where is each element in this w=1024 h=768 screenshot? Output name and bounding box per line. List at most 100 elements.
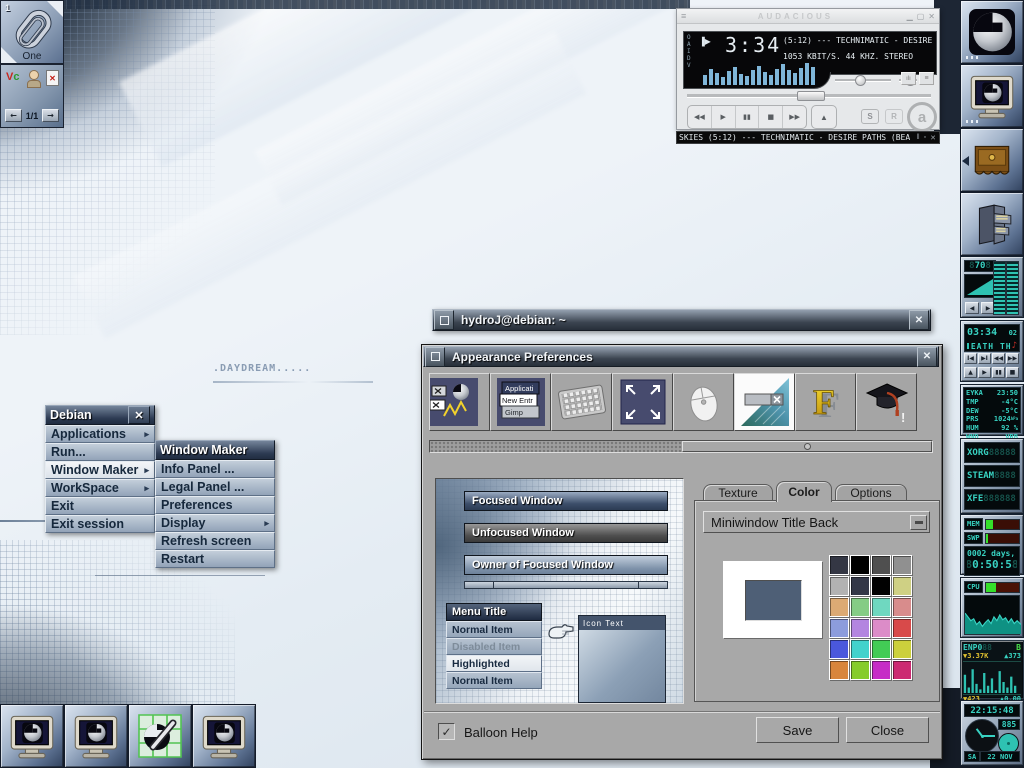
launcher-xorg[interactable]: XORG88888	[964, 442, 1020, 463]
menu-item-exit-session[interactable]: Exit session	[45, 515, 155, 533]
volume-knob[interactable]	[855, 75, 866, 86]
minimize-icon[interactable]: ▁	[907, 12, 913, 21]
tray-icon-document-x[interactable]: ✕	[46, 70, 59, 86]
palette-swatch[interactable]	[871, 597, 891, 617]
music-play-button[interactable]: ▶	[978, 367, 991, 378]
track-title-text[interactable]: (5:12) --- TECHNIMATIC - DESIRE	[783, 36, 933, 45]
tray-icon-vlc[interactable]: Vc	[6, 71, 19, 83]
music-prev-button[interactable]: I◀	[964, 353, 977, 364]
icon-strip-scrollbar[interactable]	[429, 440, 933, 453]
music-forward-button[interactable]: ▶▶	[1006, 353, 1019, 364]
preview-owner-titlebar[interactable]: Owner of Focused Window	[464, 555, 668, 575]
tray-next-button[interactable]: →	[42, 109, 59, 122]
dialog-titlebar[interactable]: Appearance Preferences ✕	[423, 346, 939, 367]
vis-mode-letters[interactable]: OAIDV	[687, 34, 691, 69]
palette-swatch[interactable]	[829, 639, 849, 659]
window-focus-section-button[interactable]	[429, 373, 490, 431]
palette-swatch[interactable]	[871, 618, 891, 638]
close-button[interactable]: ✕	[909, 310, 929, 330]
appearance-section-button[interactable]	[734, 373, 795, 431]
menu-item-exit[interactable]: Exit	[45, 497, 155, 515]
stop-button[interactable]: ■	[759, 106, 783, 128]
preview-menu-highlighted-item[interactable]: Highlighted	[446, 655, 542, 672]
miniwindow-terminal-2[interactable]	[64, 704, 128, 768]
palette-swatch[interactable]	[850, 639, 870, 659]
seek-handle[interactable]	[797, 91, 825, 101]
tab-texture[interactable]: Texture	[703, 484, 773, 501]
font-section-button[interactable]: F F	[795, 373, 856, 431]
palette-swatch[interactable]	[850, 597, 870, 617]
tab-options[interactable]: Options	[835, 484, 907, 501]
preview-menu-normal-item2[interactable]: Normal Item	[446, 672, 542, 689]
player-time[interactable]: 3:34	[725, 33, 781, 57]
music-stop-button[interactable]: ■	[1006, 367, 1019, 378]
menu-item-legal-panel[interactable]: Legal Panel ...	[155, 478, 275, 496]
menu-preferences-section-button[interactable]: Applicati New Entr Gimp	[490, 373, 551, 431]
audacious-titlebar[interactable]: ≡ audacious ▁ ▢ ✕	[677, 9, 939, 24]
launcher-steam[interactable]: STEAM8888	[964, 465, 1020, 486]
palette-swatch[interactable]	[850, 618, 870, 638]
palette-swatch[interactable]	[871, 576, 891, 596]
menu-item-restart[interactable]: Restart	[155, 550, 275, 568]
play-button[interactable]: ▶	[712, 106, 736, 128]
balloon-help-checkbox[interactable]: ✓	[438, 723, 455, 740]
submenu-titlebar[interactable]: Window Maker	[155, 440, 275, 460]
playlist-resize-icon[interactable]: ▫	[924, 134, 926, 141]
shuffle-button[interactable]: S	[861, 109, 879, 124]
preview-menu-disabled-item[interactable]: Disabled Item	[446, 638, 542, 655]
mixer-prev-channel-button[interactable]: ◀	[965, 302, 979, 314]
terminal-window-titlebar[interactable]: hydroJ@debian: ~ ✕	[432, 309, 931, 331]
music-rewind-button[interactable]: ◀◀	[992, 353, 1005, 364]
palette-swatch[interactable]	[850, 576, 870, 596]
dock-tile-drawer[interactable]	[960, 128, 1024, 192]
menu-item-preferences[interactable]: Preferences	[155, 496, 275, 514]
preview-unfocused-titlebar[interactable]: Unfocused Window	[464, 523, 668, 543]
menu-item-workspace[interactable]: WorkSpace▸	[45, 479, 155, 497]
launcher-xfe[interactable]: XFE888888	[964, 489, 1020, 510]
expert-section-button[interactable]: !	[856, 373, 917, 431]
menu-item-applications[interactable]: Applications▸	[45, 425, 155, 443]
color-target-dropdown[interactable]: Miniwindow Title Back	[703, 511, 930, 533]
music-eject-button[interactable]: ▲	[964, 367, 977, 378]
miniaturize-button[interactable]	[434, 310, 454, 330]
close-button[interactable]: ✕	[917, 347, 937, 367]
repeat-button[interactable]: R	[885, 109, 903, 124]
equalizer-button[interactable]: ılı	[901, 72, 916, 85]
preview-menu-title[interactable]: Menu Title	[446, 603, 542, 621]
drawer-arrow-icon[interactable]	[962, 156, 969, 166]
palette-swatch[interactable]	[829, 597, 849, 617]
close-button[interactable]: Close	[846, 717, 929, 743]
palette-swatch[interactable]	[850, 660, 870, 680]
save-button[interactable]: Save	[756, 717, 839, 743]
palette-swatch[interactable]	[850, 555, 870, 575]
mouse-section-button[interactable]	[673, 373, 734, 431]
music-next-button[interactable]: ▶I	[978, 353, 991, 364]
playlist-shade-icon[interactable]: ‖	[917, 134, 920, 141]
palette-swatch[interactable]	[892, 618, 912, 638]
close-icon[interactable]: ✕	[928, 12, 935, 21]
preview-focused-titlebar[interactable]: Focused Window	[464, 491, 668, 511]
scrollbar-track[interactable]	[430, 441, 682, 452]
playlist-button[interactable]: ≡	[919, 72, 934, 85]
shade-icon[interactable]: ▢	[917, 12, 925, 21]
previous-button[interactable]: ◀◀	[688, 106, 712, 128]
dock-tile-file-cabinet[interactable]	[960, 192, 1024, 256]
miniaturize-button[interactable]	[425, 347, 445, 367]
palette-swatch[interactable]	[829, 555, 849, 575]
preview-icon[interactable]: Icon Text	[578, 615, 666, 703]
miniwindow-terminal-3[interactable]	[192, 704, 256, 768]
menu-item-info-panel[interactable]: Info Panel ...	[155, 460, 275, 478]
palette-swatch[interactable]	[892, 639, 912, 659]
dock-tile-terminal[interactable]	[960, 64, 1024, 128]
pause-button[interactable]: ▮▮	[736, 106, 760, 128]
palette-swatch[interactable]	[892, 660, 912, 680]
palette-swatch[interactable]	[871, 639, 891, 659]
playlist-close-icon[interactable]: ✕	[930, 134, 936, 142]
palette-swatch[interactable]	[829, 660, 849, 680]
palette-swatch[interactable]	[892, 555, 912, 575]
menu-item-refresh-screen[interactable]: Refresh screen	[155, 532, 275, 550]
palette-swatch[interactable]	[892, 597, 912, 617]
next-button[interactable]: ▶▶	[783, 106, 806, 128]
palette-swatch[interactable]	[829, 618, 849, 638]
miniwindow-terminal-1[interactable]	[0, 704, 64, 768]
